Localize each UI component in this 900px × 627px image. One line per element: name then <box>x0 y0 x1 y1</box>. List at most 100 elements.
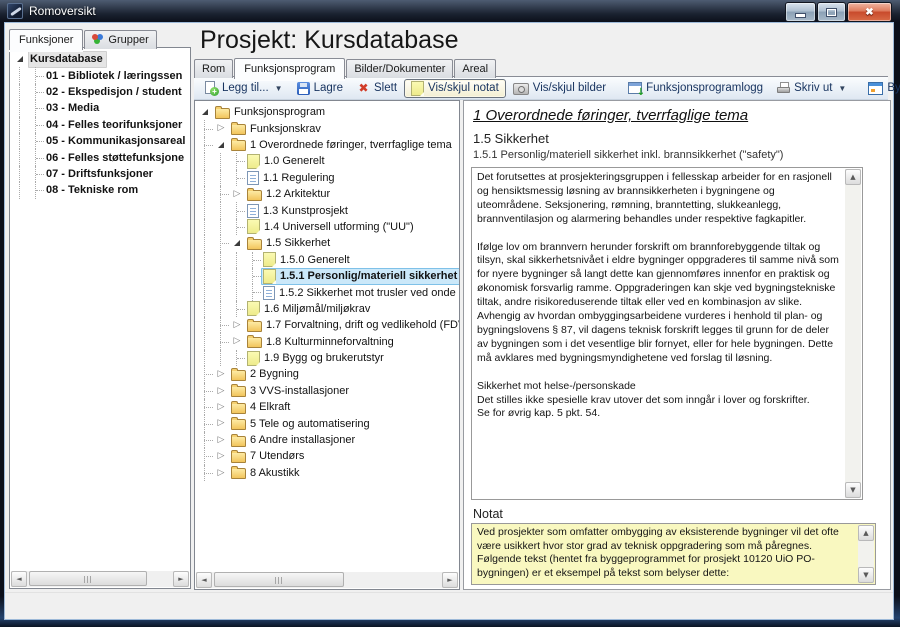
tree-item-1-6-miljomal-miljokrav[interactable]: 1.6 Miljømål/miljøkrav <box>197 301 459 317</box>
tree-item-1-0-generelt[interactable]: 1.0 Generelt <box>197 153 459 169</box>
tree-item-1-5-0-generelt[interactable]: 1.5.0 Generelt <box>197 252 459 268</box>
tree-item-05-kommunikasjonsareal[interactable]: 05 - Kommunikasjonsareal <box>12 133 190 149</box>
tree-item-content[interactable]: 07 - Driftsfunksjoner <box>44 165 157 182</box>
tree-item-7-utendors[interactable]: ▷7 Utendørs <box>197 448 459 464</box>
scrollbar-thumb[interactable] <box>214 572 344 587</box>
scroll-up-button[interactable]: ▲ <box>845 169 861 185</box>
titlebar[interactable]: Romoversikt ✖ <box>0 0 900 22</box>
toolbar-button-bytt-visning[interactable]: Bytt visning <box>861 79 900 98</box>
tab-funksjonsprogram[interactable]: Funksjonsprogram <box>234 58 345 79</box>
tree-item-08-tekniske-rom[interactable]: 08 - Tekniske rom <box>12 182 190 198</box>
tree-item-1-1-regulering[interactable]: 1.1 Regulering <box>197 170 459 186</box>
tree-item-content[interactable]: 4 Elkraft <box>229 399 294 416</box>
tab-rom[interactable]: Rom <box>194 59 233 78</box>
tree-item-kursdatabase[interactable]: Kursdatabase <box>12 51 190 67</box>
tree-item-content[interactable]: 7 Utendørs <box>229 448 308 465</box>
tree-item-content[interactable]: Kursdatabase <box>28 51 107 68</box>
collapse-icon[interactable] <box>213 137 229 153</box>
tree-item-content[interactable]: 1.5.0 Generelt <box>261 251 354 268</box>
tree-item-6-andre-installasjoner[interactable]: ▷6 Andre installasjoner <box>197 432 459 448</box>
tree-item-funksjonsprogram[interactable]: Funksjonsprogram <box>197 104 459 120</box>
description-textbox[interactable]: Det forutsettes at prosjekteringsgruppen… <box>471 167 863 500</box>
scroll-left-button[interactable]: ◄ <box>11 571 27 587</box>
tree-item-3-vvs-installasjoner[interactable]: ▷3 VVS-installasjoner <box>197 383 459 399</box>
tree-item-1-overordnede-foringer-tverrfaglige-tema[interactable]: 1 Overordnede føringer, tverrfaglige tem… <box>197 137 459 153</box>
scrollbar-track[interactable] <box>27 571 173 587</box>
tree-item-content[interactable]: 1.3 Kunstprosjekt <box>245 202 352 219</box>
tree-item-content[interactable]: 1.9 Bygg og brukerutstyr <box>245 350 388 367</box>
toolbar-button-lagre[interactable]: Lagre <box>290 79 350 98</box>
tree-item-content[interactable]: 5 Tele og automatisering <box>229 415 374 432</box>
tree-item-content[interactable]: 03 - Media <box>44 100 103 117</box>
tree-item-content[interactable]: 1.4 Universell utforming ("UU") <box>245 218 418 235</box>
tree-item-1-5-1-personlig-materiell-sikkerhet[interactable]: 1.5.1 Personlig/materiell sikkerhet <box>197 268 459 284</box>
tab-grupper[interactable]: Grupper <box>84 30 156 49</box>
function-tree-hscrollbar[interactable]: ◄ ► <box>196 572 458 588</box>
tree-item-content[interactable]: 06 - Felles støttefunksjone <box>44 149 188 166</box>
tree-item-content[interactable]: 8 Akustikk <box>229 464 304 481</box>
close-button[interactable]: ✖ <box>847 2 892 22</box>
scroll-right-button[interactable]: ► <box>442 572 458 588</box>
scroll-left-button[interactable]: ◄ <box>196 572 212 588</box>
collapse-icon[interactable] <box>197 104 213 120</box>
selected-tree-item[interactable]: 1.5.1 Personlig/materiell sikkerhet <box>261 268 459 285</box>
tree-item-02-ekspedisjon-student[interactable]: 02 - Ekspedisjon / student <box>12 84 190 100</box>
tree-item-content[interactable]: 1.1 Regulering <box>245 169 339 186</box>
tree-item-1-5-2-sikkerhet-mot-trusler-ved-onde-h[interactable]: 1.5.2 Sikkerhet mot trusler ved onde h <box>197 284 459 300</box>
tree-item-content[interactable]: 1.7 Forvaltning, drift og vedlikehold (F… <box>245 317 459 334</box>
toolbar-button-legg-til[interactable]: Legg til...▼ <box>197 79 290 98</box>
tree-item-01-bibliotek-laeringssen[interactable]: 01 - Bibliotek / læringssen <box>12 67 190 83</box>
notat-vscrollbar[interactable]: ▲ ▼ <box>858 525 874 583</box>
dropdown-arrow-icon[interactable]: ▼ <box>275 84 283 93</box>
dropdown-arrow-icon[interactable]: ▼ <box>838 84 846 93</box>
maximize-button[interactable] <box>817 2 846 22</box>
scrollbar-track[interactable] <box>212 572 442 588</box>
toolbar-button-skriv-ut[interactable]: Skriv ut▼ <box>770 79 853 98</box>
scroll-right-button[interactable]: ► <box>173 571 189 587</box>
tree-item-06-felles-stottefunksjone[interactable]: 06 - Felles støttefunksjone <box>12 149 190 165</box>
description-vscrollbar[interactable]: ▲ ▼ <box>845 169 861 498</box>
tree-item-8-akustikk[interactable]: ▷8 Akustikk <box>197 465 459 481</box>
toolbar-button-vis-skjul-notat[interactable]: Vis/skjul notat <box>404 79 506 98</box>
toolbar-button-vis-skjul-bilder[interactable]: Vis/skjul bilder <box>506 79 613 98</box>
tree-item-content[interactable]: Funksjonsprogram <box>213 104 329 121</box>
tree-item-1-3-kunstprosjekt[interactable]: 1.3 Kunstprosjekt <box>197 202 459 218</box>
toolbar-button-funksjonsprogramlogg[interactable]: Funksjonsprogramlogg <box>621 79 770 98</box>
tree-item-content[interactable]: 1.6 Miljømål/miljøkrav <box>245 300 374 317</box>
tree-item-1-5-sikkerhet[interactable]: 1.5 Sikkerhet <box>197 235 459 251</box>
expand-icon[interactable]: ▷ <box>213 465 229 481</box>
collapse-icon[interactable] <box>229 235 245 251</box>
tree-item-content[interactable]: 02 - Ekspedisjon / student <box>44 83 186 100</box>
notat-textbox[interactable]: Ved prosjekter som omfatter ombygging av… <box>471 523 876 585</box>
tree-item-1-7-forvaltning-drift-og-vedlikehold-fdv[interactable]: ▷1.7 Forvaltning, drift og vedlikehold (… <box>197 317 459 333</box>
tree-item-content[interactable]: 1 Overordnede føringer, tverrfaglige tem… <box>229 136 456 153</box>
tree-item-03-media[interactable]: 03 - Media <box>12 100 190 116</box>
scroll-up-button[interactable]: ▲ <box>858 525 874 541</box>
minimize-button[interactable] <box>785 2 816 22</box>
scroll-down-button[interactable]: ▼ <box>845 482 861 498</box>
toolbar-button-slett[interactable]: Slett <box>350 79 404 98</box>
tree-item-content[interactable]: 1.2 Arkitektur <box>245 186 334 203</box>
tree-item-4-elkraft[interactable]: ▷4 Elkraft <box>197 399 459 415</box>
expand-icon[interactable]: ▷ <box>213 383 229 399</box>
tree-item-1-9-bygg-og-brukerutstyr[interactable]: 1.9 Bygg og brukerutstyr <box>197 350 459 366</box>
collapse-icon[interactable] <box>12 51 28 67</box>
tree-item-1-8-kulturminneforvaltning[interactable]: ▷1.8 Kulturminneforvaltning <box>197 333 459 349</box>
tree-item-content[interactable]: 2 Bygning <box>229 366 303 383</box>
scroll-down-button[interactable]: ▼ <box>858 567 874 583</box>
tab-bilder-dokumenter[interactable]: Bilder/Dokumenter <box>346 59 453 78</box>
tree-item-5-tele-og-automatisering[interactable]: ▷5 Tele og automatisering <box>197 415 459 431</box>
tree-item-content[interactable]: 08 - Tekniske rom <box>44 182 142 199</box>
expand-icon[interactable]: ▷ <box>213 448 229 464</box>
expand-icon[interactable]: ▷ <box>213 366 229 382</box>
tree-item-content[interactable]: 1.0 Generelt <box>245 153 329 170</box>
tree-item-content[interactable]: 1.8 Kulturminneforvaltning <box>245 333 398 350</box>
tab-funksjoner[interactable]: Funksjoner <box>9 29 83 50</box>
tree-item-1-4-universell-utforming-uu[interactable]: 1.4 Universell utforming ("UU") <box>197 219 459 235</box>
tree-item-content[interactable]: 6 Andre installasjoner <box>229 432 359 449</box>
tree-item-content[interactable]: 01 - Bibliotek / læringssen <box>44 67 186 84</box>
tree-item-content[interactable]: 05 - Kommunikasjonsareal <box>44 133 189 150</box>
tree-item-04-felles-teorifunksjoner[interactable]: 04 - Felles teorifunksjoner <box>12 117 190 133</box>
scrollbar-thumb[interactable] <box>29 571 147 586</box>
tree-item-content[interactable]: 1.5 Sikkerhet <box>245 235 334 252</box>
